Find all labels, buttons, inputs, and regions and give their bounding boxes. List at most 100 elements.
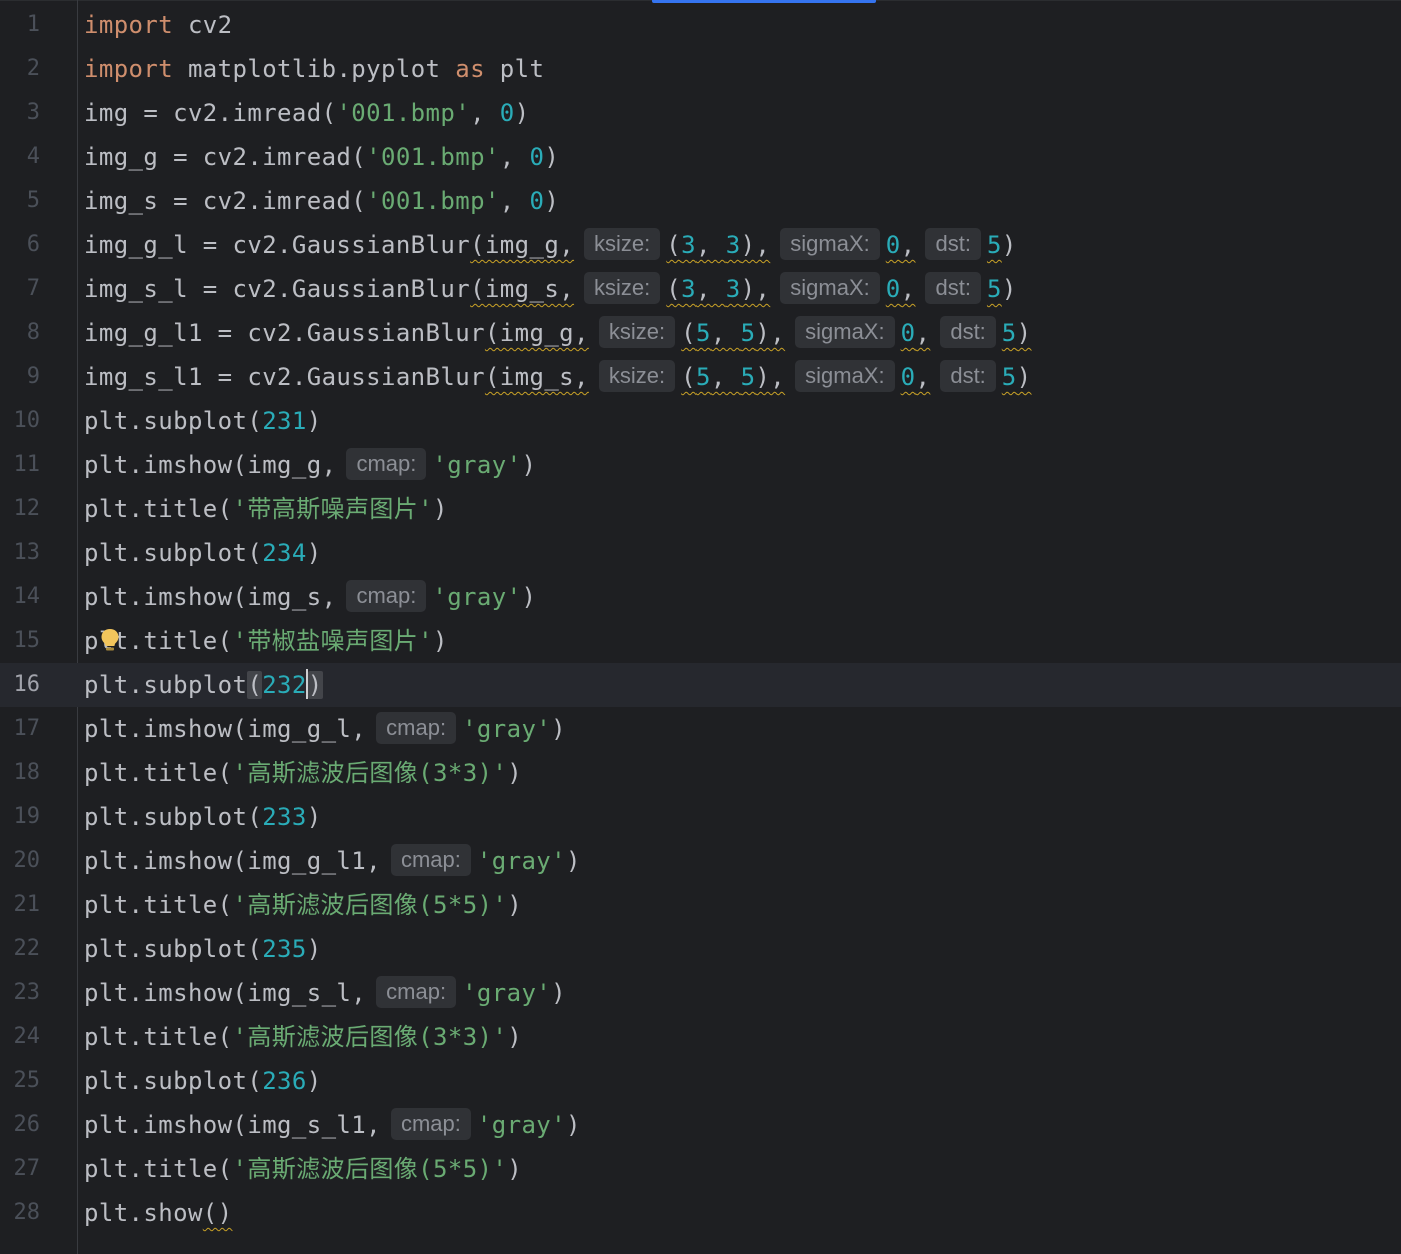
code-line[interactable]: 20 plt.imshow(img_g_l1, cmap:'gray') [0,839,1401,883]
punctuation-token: , [710,363,741,391]
code-line[interactable]: 4 img_g = cv2.imread('001.bmp', 0) [0,135,1401,179]
line-number[interactable]: 4 [0,135,40,179]
parameter-hint: dst: [925,228,981,260]
line-number[interactable]: 20 [0,839,41,883]
code-line[interactable]: 23 plt.imshow(img_s_l, cmap:'gray') [0,971,1401,1015]
code-text[interactable]: plt.title('高斯滤波后图像(3*3)') [84,751,522,795]
punctuation-token: ) [306,407,322,435]
code-line[interactable]: 7 img_s_l = cv2.GaussianBlur(img_s, ksize:… [0,267,1401,311]
line-number[interactable]: 26 [0,1103,41,1147]
code-text[interactable]: plt.imshow(img_g_l1, cmap:'gray') [84,839,581,883]
code-line[interactable]: 8 img_g_l1 = cv2.GaussianBlur(img_g, ksize… [0,311,1401,355]
punctuation-token: ), [755,319,786,347]
code-editor[interactable]: 1 import cv2 2 import matplotlib.pyplot as … [0,0,1401,1254]
code-line[interactable]: 16 plt.subplot(232) [0,663,1401,707]
code-text[interactable]: plt.title('带高斯噪声图片') [84,487,448,531]
line-number[interactable]: 21 [0,883,41,927]
line-number[interactable]: 7 [0,267,40,311]
line-number[interactable]: 18 [0,751,41,795]
line-number[interactable]: 9 [0,355,40,399]
string-token: 'gray' [462,715,552,743]
code-line[interactable]: 26 plt.imshow(img_s_l1, cmap:'gray') [0,1103,1401,1147]
code-text[interactable]: plt.title('高斯滤波后图像(5*5)') [84,1147,522,1191]
line-number[interactable]: 15 [0,619,41,663]
line-number[interactable]: 5 [0,179,40,223]
code-text[interactable]: plt.subplot(233) [84,795,322,839]
code-text[interactable]: plt.imshow(img_g, cmap:'gray') [84,443,536,487]
code-line[interactable]: 22 plt.subplot(235) [0,927,1401,971]
code-line[interactable]: 13 plt.subplot(234) [0,531,1401,575]
code-line[interactable]: 25 plt.subplot(236) [0,1059,1401,1103]
identifier-token: plt.imshow(img_s_l, [84,979,367,1007]
number-token: 5 [740,319,756,347]
lightbulb-icon[interactable] [100,628,120,654]
line-number[interactable]: 10 [0,399,41,443]
code-text[interactable]: img_g_l = cv2.GaussianBlur(img_g, ksize:(… [84,223,1017,267]
code-line[interactable]: 21 plt.title('高斯滤波后图像(5*5)') [0,883,1401,927]
line-number[interactable]: 6 [0,223,40,267]
code-text[interactable]: img_g_l1 = cv2.GaussianBlur(img_g, ksize:… [84,311,1032,355]
code-text[interactable]: plt.subplot(231) [84,399,322,443]
code-line[interactable]: 3 img = cv2.imread('001.bmp', 0) [0,91,1401,135]
code-text[interactable]: plt.imshow(img_s_l1, cmap:'gray') [84,1103,581,1147]
punctuation-token: ) [514,99,530,127]
code-line[interactable]: 27 plt.title('高斯滤波后图像(5*5)') [0,1147,1401,1191]
code-line[interactable]: 17 plt.imshow(img_g_l, cmap:'gray') [0,707,1401,751]
code-line[interactable]: 24 plt.title('高斯滤波后图像(3*3)') [0,1015,1401,1059]
line-number[interactable]: 8 [0,311,40,355]
code-line[interactable]: 5 img_s = cv2.imread('001.bmp', 0) [0,179,1401,223]
line-number[interactable]: 23 [0,971,41,1015]
code-text[interactable]: plt.subplot(236) [84,1059,322,1103]
code-line[interactable]: 6 img_g_l = cv2.GaussianBlur(img_g, ksize:… [0,223,1401,267]
code-text[interactable]: plt.subplot(235) [84,927,322,971]
code-text[interactable]: img_g = cv2.imread('001.bmp', 0) [84,135,559,179]
code-text[interactable]: plt.imshow(img_s, cmap:'gray') [84,575,536,619]
line-number[interactable]: 27 [0,1147,41,1191]
number-token: 0 [885,231,901,259]
line-number[interactable]: 1 [0,3,40,47]
code-text[interactable]: plt.show() [84,1191,233,1235]
line-number[interactable]: 11 [0,443,41,487]
code-text[interactable]: plt.subplot(232) [84,663,323,707]
code-line[interactable]: 9 img_s_l1 = cv2.GaussianBlur(img_s, ksize… [0,355,1401,399]
code-text[interactable]: img_s_l1 = cv2.GaussianBlur(img_s, ksize:… [84,355,1032,399]
punctuation-token: ) [544,143,560,171]
line-number[interactable]: 28 [0,1191,41,1235]
code-text[interactable]: import cv2 [84,3,233,47]
line-number[interactable]: 13 [0,531,41,575]
code-text[interactable]: plt.title('带椒盐噪声图片') [84,619,448,663]
code-line[interactable]: 12 plt.title('带高斯噪声图片') [0,487,1401,531]
code-text[interactable]: img_s = cv2.imread('001.bmp', 0) [84,179,559,223]
number-token: 5 [1001,319,1017,347]
code-text[interactable]: plt.title('高斯滤波后图像(3*3)') [84,1015,522,1059]
line-number[interactable]: 25 [0,1059,41,1103]
line-number[interactable]: 12 [0,487,41,531]
punctuation-token: ( [681,363,696,391]
code-line[interactable]: 11 plt.imshow(img_g, cmap:'gray') [0,443,1401,487]
line-number[interactable]: 2 [0,47,40,91]
code-line[interactable]: 10 plt.subplot(231) [0,399,1401,443]
line-number[interactable]: 17 [0,707,41,751]
code-text[interactable]: plt.imshow(img_s_l, cmap:'gray') [84,971,566,1015]
code-line[interactable]: 1 import cv2 [0,3,1401,47]
line-number[interactable]: 14 [0,575,41,619]
code-text[interactable]: img = cv2.imread('001.bmp', 0) [84,91,530,135]
code-text[interactable]: plt.imshow(img_g_l, cmap:'gray') [84,707,566,751]
string-token: 'gray' [432,451,522,479]
line-number[interactable]: 24 [0,1015,41,1059]
code-text[interactable]: img_s_l = cv2.GaussianBlur(img_s, ksize:(… [84,267,1017,311]
line-number[interactable]: 16 [0,663,41,707]
code-line[interactable]: 2 import matplotlib.pyplot as plt [0,47,1401,91]
code-line[interactable]: 19 plt.subplot(233) [0,795,1401,839]
line-number[interactable]: 19 [0,795,41,839]
code-line[interactable]: 18 plt.title('高斯滤波后图像(3*3)') [0,751,1401,795]
code-line[interactable]: 28 plt.show() [0,1191,1401,1235]
code-line[interactable]: 14 plt.imshow(img_s, cmap:'gray') [0,575,1401,619]
code-text[interactable]: import matplotlib.pyplot as plt [84,47,544,91]
code-text[interactable]: plt.title('高斯滤波后图像(5*5)') [84,883,522,927]
code-text[interactable]: plt.subplot(234) [84,531,322,575]
line-number[interactable]: 22 [0,927,41,971]
punctuation-token: ), [740,275,771,303]
code-line[interactable]: 15 plt.title('带椒盐噪声图片') [0,619,1401,663]
line-number[interactable]: 3 [0,91,40,135]
